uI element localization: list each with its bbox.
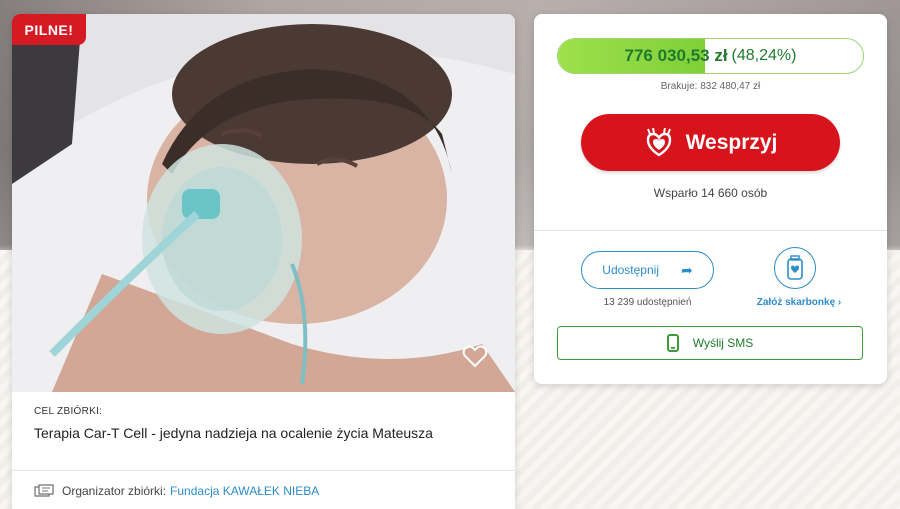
phone-icon (666, 334, 679, 352)
goal-title: Terapia Car-T Cell - jedyna nadzieja na … (34, 425, 433, 441)
funding-progress-bar: 776 030,53 zł (48,24%) (557, 38, 864, 74)
donate-button[interactable]: Wesprzyj (581, 114, 840, 171)
campaign-photo: PILNE! (12, 14, 515, 392)
raised-percent: (48,24%) (731, 47, 797, 64)
raised-amount: 776 030,53 zł (624, 46, 728, 65)
organizer-row: Organizator zbiórki: Fundacja KAWAŁEK NI… (12, 471, 515, 509)
donate-label: Wesprzyj (685, 130, 778, 154)
organizer-icon (34, 484, 54, 497)
send-sms-button[interactable]: Wyślij SMS (557, 326, 863, 360)
share-label: Udostępnij (602, 263, 659, 277)
share-count: 13 239 udostępnień (603, 297, 692, 308)
favorite-heart-icon[interactable] (462, 344, 492, 372)
divider (534, 230, 887, 231)
hands-heart-icon (646, 127, 671, 156)
piggybank-jar-icon[interactable] (774, 247, 816, 289)
campaign-goal-section: CEL ZBIÓRKI: Terapia Car-T Cell - jedyna… (12, 392, 515, 471)
create-piggybank-link[interactable]: Załóż skarbonkę › (744, 297, 854, 308)
progress-text: 776 030,53 zł (48,24%) (558, 39, 863, 73)
urgent-badge: PILNE! (12, 14, 86, 45)
donation-panel: 776 030,53 zł (48,24%) Brakuje: 832 480,… (534, 14, 887, 384)
organizer-link[interactable]: Fundacja KAWAŁEK NIEBA (170, 484, 319, 498)
campaign-card: PILNE! CEL ZBIÓRKI: Terapia Car-T Cell -… (12, 14, 515, 509)
supporters-count: Wsparło 14 660 osób (653, 186, 768, 200)
sms-label: Wyślij SMS (692, 336, 754, 350)
missing-amount: Brakuje: 832 480,47 zł (660, 81, 761, 92)
organizer-label: Organizator zbiórki: (62, 484, 167, 498)
goal-label: CEL ZBIÓRKI: (34, 406, 103, 417)
share-button[interactable]: Udostępnij ➦ (581, 251, 714, 289)
share-arrow-icon: ➦ (680, 261, 693, 278)
patient-illustration (12, 14, 515, 392)
